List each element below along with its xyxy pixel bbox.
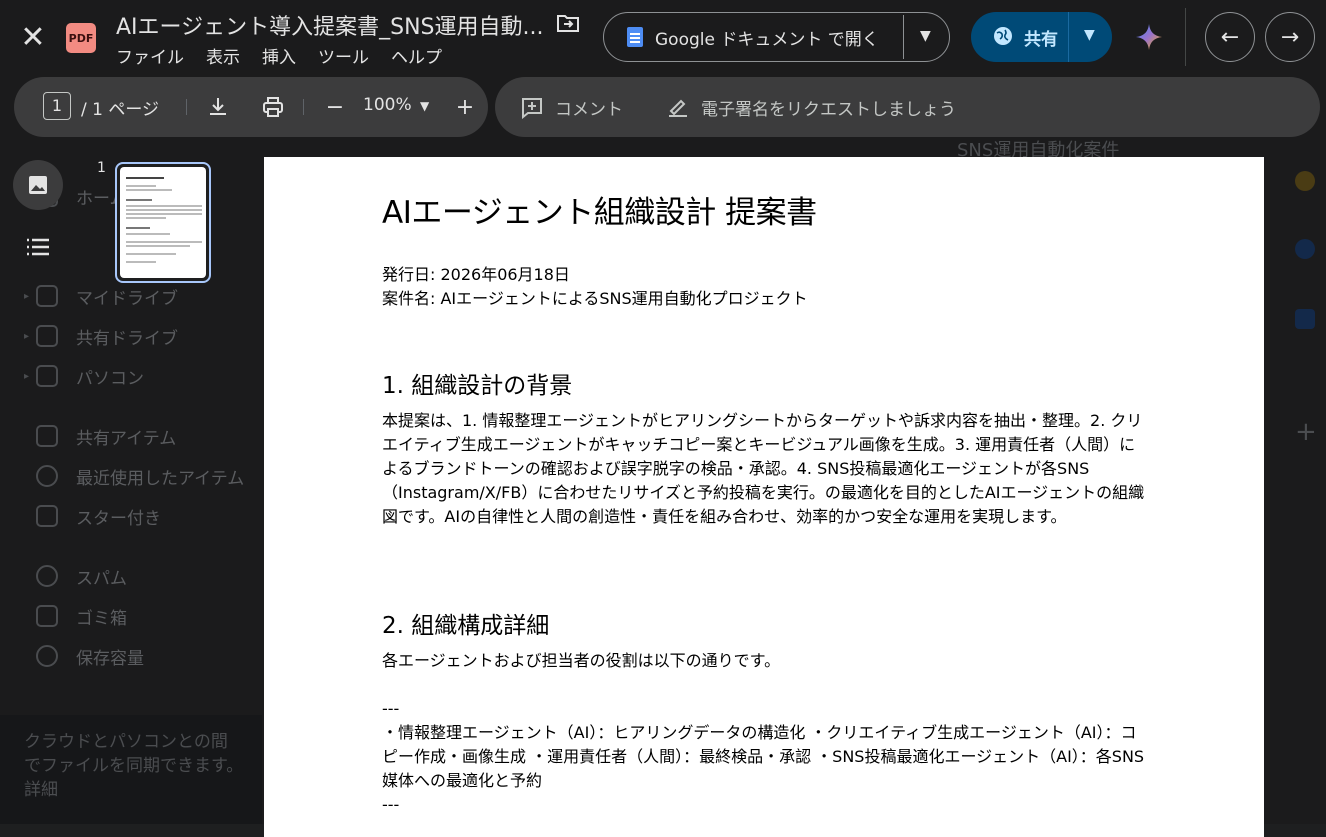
star-icon [36, 505, 58, 527]
gemini-icon[interactable] [1134, 22, 1164, 52]
open-with-label: Google ドキュメント で開く [655, 29, 879, 50]
section1-body: 本提案は、1. 情報整理エージェントがヒアリングシートからターゲットや訴求内容を… [382, 411, 1145, 526]
spam-icon [36, 565, 58, 587]
caret-right-icon: ▸ [24, 330, 30, 342]
page-thumbnail[interactable] [115, 162, 211, 283]
section2-heading: 2. 組織構成詳細 [382, 613, 550, 639]
zoom-out-icon[interactable]: − [323, 95, 347, 120]
image-icon [29, 176, 47, 194]
request-esignature-button[interactable]: 電子署名をリクエストしましょう [667, 95, 956, 120]
open-with-button[interactable]: Google ドキュメント で開く ▼ [603, 12, 950, 62]
bg-nav-shared-with-me: 共有アイテム [36, 416, 176, 456]
toolbar-separator [303, 99, 304, 115]
globe-icon [994, 27, 1012, 45]
share-label: 共有 [1024, 30, 1058, 50]
roles-list: ・情報整理エージェント（AI）：ヒアリングデータの構造化 ・クリエイティブ生成エ… [382, 723, 1145, 790]
comment-label: コメント [555, 100, 623, 120]
issue-date: 発行日: 2026年06月18日 [382, 265, 570, 284]
close-icon[interactable]: ✕ [16, 20, 50, 55]
google-docs-icon [627, 27, 643, 47]
trash-icon [36, 605, 58, 627]
document-heading: AIエージェント組織設計 提案書 [382, 195, 817, 231]
add-addon-icon: + [1295, 417, 1317, 447]
caret-right-icon: ▸ [24, 290, 30, 302]
bg-nav-storage: 保存容量 [36, 636, 144, 676]
bg-nav-shared-drives: ▸ 共有ドライブ [24, 316, 178, 356]
background-sync-text: クラウドとパソコンとの間でファイルを同期できます。 詳細 [24, 732, 244, 800]
pdf-page: AIエージェント組織設計 提案書 発行日: 2026年06月18日 案件名: A… [264, 157, 1264, 837]
keep-icon [1295, 171, 1315, 191]
chevron-down-icon[interactable]: ▼ [920, 28, 931, 44]
shared-drive-icon [36, 325, 58, 347]
share-chevron-down-icon[interactable]: ▼ [1084, 27, 1095, 43]
arrow-right-icon[interactable]: → [1265, 12, 1315, 62]
bg-nav-trash: ゴミ箱 [36, 596, 127, 636]
add-comment-button[interactable]: コメント [521, 95, 623, 120]
section1-heading: 1. 組織設計の背景 [382, 373, 573, 399]
menu-help[interactable]: ヘルプ [391, 43, 442, 68]
menu-view[interactable]: 表示 [206, 43, 240, 68]
arrow-left-icon[interactable]: ← [1205, 12, 1255, 62]
zoom-in-icon[interactable]: + [453, 95, 477, 120]
bg-nav-recent: 最近使用したアイテム [36, 456, 244, 496]
separator-line: --- [382, 699, 400, 718]
viewer-top-bar: ✕ PDF AIエージェント導入提案書_SNS運用自動... ファイル 表示 挿… [0, 0, 1326, 76]
document-meta: 発行日: 2026年06月18日 案件名: AIエージェントによるSNS運用自動… [382, 263, 808, 311]
menu-tools[interactable]: ツール [318, 43, 369, 68]
bg-nav-starred: スター付き [36, 496, 161, 536]
bg-nav-computers: ▸ パソコン [24, 356, 144, 396]
document-title: AIエージェント導入提案書_SNS運用自動... [116, 15, 544, 40]
people-icon [36, 425, 58, 447]
page-number-input[interactable]: 1 [43, 92, 71, 120]
bg-nav-spam: スパム [36, 556, 127, 596]
menu-bar: ファイル 表示 挿入 ツール ヘルプ [116, 43, 464, 68]
move-to-folder-icon[interactable] [557, 14, 579, 32]
comment-toolbar: コメント 電子署名をリクエストしましょう [495, 77, 1320, 137]
thumbnail-page-number: 1 [97, 160, 106, 176]
project-name: 案件名: AIエージェントによるSNS運用自動化プロジェクト [382, 289, 808, 308]
pdf-file-icon: PDF [66, 23, 96, 53]
tasks-icon [1295, 239, 1315, 259]
cloud-icon [36, 645, 58, 667]
menu-insert[interactable]: 挿入 [262, 43, 296, 68]
share-button[interactable]: 共有 ▼ [971, 12, 1112, 62]
separator-line-2: --- [382, 795, 400, 814]
toolbar-divider [1185, 8, 1186, 66]
pdf-toolbar: 1 / 1 ページ − 100% ▼ + [14, 77, 488, 137]
open-with-divider [903, 15, 904, 59]
share-divider [1068, 12, 1069, 62]
toolbar-separator [186, 99, 187, 115]
zoom-chevron-down-icon[interactable]: ▼ [420, 99, 429, 113]
computer-icon [36, 365, 58, 387]
caret-right-icon: ▸ [24, 370, 30, 382]
page-total: / 1 ページ [81, 100, 160, 120]
drive-icon [36, 285, 58, 307]
print-icon[interactable] [261, 95, 285, 119]
background-sync-link: 詳細 [24, 780, 58, 800]
esign-label: 電子署名をリクエストしましょう [701, 100, 956, 120]
thumbnails-toggle-button[interactable] [13, 160, 63, 210]
zoom-level[interactable]: 100% [363, 95, 412, 115]
download-icon[interactable] [206, 95, 230, 119]
section2-intro: 各エージェントおよび担当者の役割は以下の通りです。 [382, 651, 781, 670]
add-comment-icon [522, 97, 542, 119]
menu-file[interactable]: ファイル [116, 43, 184, 68]
clock-icon [36, 465, 58, 487]
contacts-icon [1295, 309, 1315, 329]
list-icon[interactable] [26, 237, 50, 257]
signature-icon [669, 99, 687, 117]
